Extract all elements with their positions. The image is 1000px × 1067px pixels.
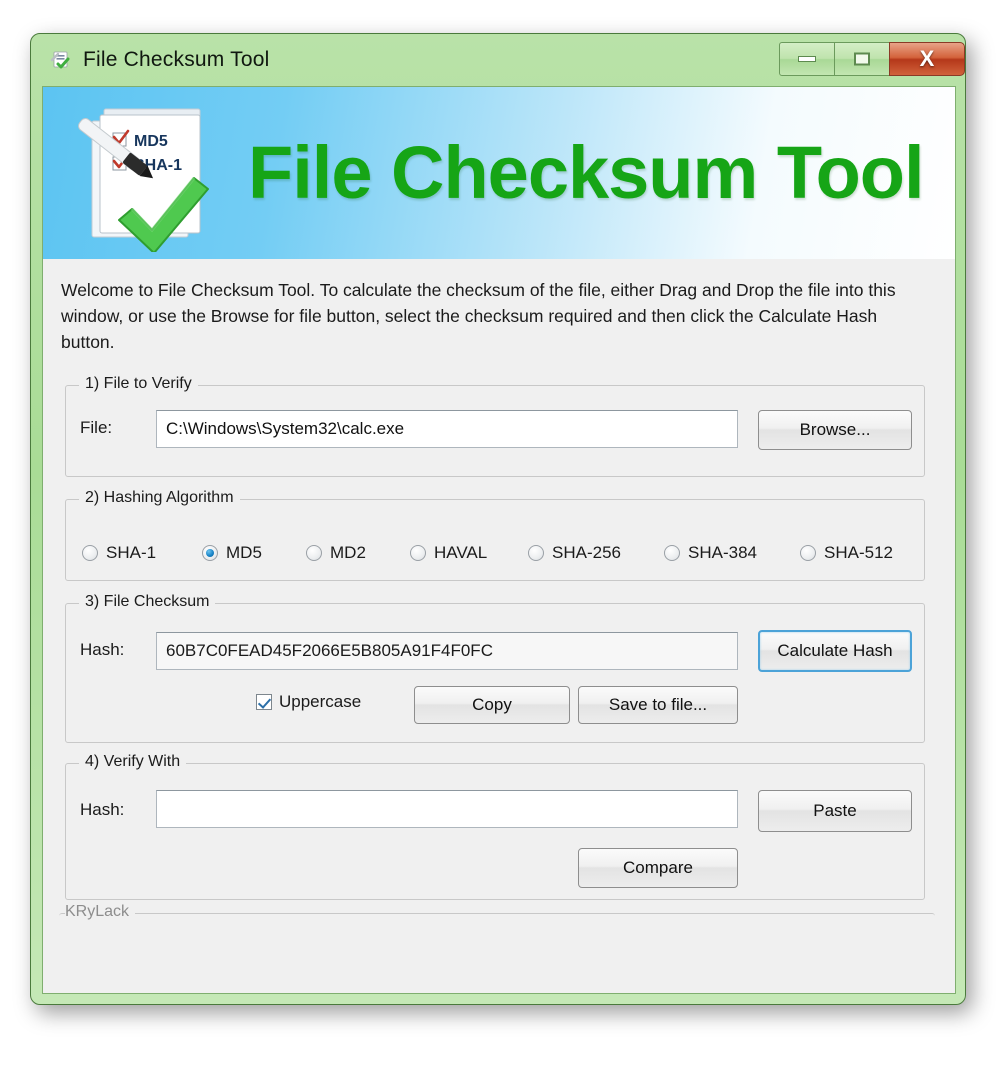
radio-sha-512[interactable]: SHA-512 xyxy=(800,540,893,566)
uppercase-label: Uppercase xyxy=(279,692,362,711)
radio-label-sha-256: SHA-256 xyxy=(552,543,621,562)
app-window: File Checksum Tool X MD5 SHA-1 File Chec… xyxy=(30,33,966,1005)
app-logo-icon: MD5 SHA-1 xyxy=(76,108,209,252)
group-title-algorithm: 2) Hashing Algorithm xyxy=(79,489,240,507)
brand-label: KRyLack xyxy=(65,903,136,921)
client-area: MD5 SHA-1 File Checksum Tool Welcome to … xyxy=(42,86,956,994)
uppercase-checkbox[interactable]: Uppercase xyxy=(256,692,361,712)
window-title: File Checksum Tool xyxy=(83,48,270,71)
group-title-checksum: 3) File Checksum xyxy=(79,593,216,611)
file-path-input[interactable] xyxy=(156,410,738,448)
group-brand: KRyLack xyxy=(59,903,935,983)
uppercase-checkbox-indicator xyxy=(256,694,272,710)
radio-label-sha-384: SHA-384 xyxy=(688,543,757,562)
radio-sha-256[interactable]: SHA-256 xyxy=(528,540,621,566)
group-title-file: 1) File to Verify xyxy=(79,375,198,393)
radio-haval[interactable]: HAVAL xyxy=(410,540,487,566)
radio-label-haval: HAVAL xyxy=(434,543,488,562)
svg-text:MD5: MD5 xyxy=(134,133,168,150)
radio-indicator-md2 xyxy=(306,545,322,561)
copy-button[interactable]: Copy xyxy=(414,686,570,724)
verify-hash-input[interactable] xyxy=(156,790,738,828)
group-file-checksum: 3) File Checksum Hash: Calculate Hash Up… xyxy=(65,593,925,743)
paste-button[interactable]: Paste xyxy=(758,790,912,832)
checksum-hash-input[interactable] xyxy=(156,632,738,670)
file-label: File: xyxy=(80,418,113,437)
save-to-file-button[interactable]: Save to file... xyxy=(578,686,738,724)
group-verify-with: 4) Verify With Hash: Paste Compare xyxy=(65,753,925,900)
checksum-hash-label: Hash: xyxy=(80,640,125,659)
radio-label-md2: MD2 xyxy=(330,543,366,562)
maximize-icon xyxy=(854,52,870,66)
radio-sha-1[interactable]: SHA-1 xyxy=(82,540,156,566)
title-bar: File Checksum Tool X xyxy=(31,34,965,89)
group-hashing-algorithm: 2) Hashing Algorithm SHA-1 MD5 MD2 HAVAL… xyxy=(65,489,925,581)
app-icon xyxy=(50,51,70,69)
welcome-text: Welcome to File Checksum Tool. To calcul… xyxy=(61,280,896,352)
close-icon: X xyxy=(919,46,935,71)
radio-sha-384[interactable]: SHA-384 xyxy=(664,540,757,566)
group-file-to-verify: 1) File to Verify File: Browse... xyxy=(65,375,925,477)
radio-indicator-sha-384 xyxy=(664,545,680,561)
radio-indicator-sha-1 xyxy=(82,545,98,561)
verify-hash-label: Hash: xyxy=(80,800,125,819)
minimize-icon xyxy=(798,56,816,62)
close-button[interactable]: X xyxy=(889,42,965,76)
minimize-button[interactable] xyxy=(779,42,835,76)
banner-title: File Checksum Tool xyxy=(248,131,925,214)
group-title-verify: 4) Verify With xyxy=(79,753,187,771)
radio-label-sha-1: SHA-1 xyxy=(106,543,157,562)
radio-indicator-sha-512 xyxy=(800,545,816,561)
compare-button[interactable]: Compare xyxy=(578,848,738,888)
browse-button[interactable]: Browse... xyxy=(758,410,912,450)
radio-md2[interactable]: MD2 xyxy=(306,540,366,566)
radio-md5[interactable]: MD5 xyxy=(202,540,262,566)
radio-label-md5: MD5 xyxy=(226,543,262,562)
radio-label-sha-512: SHA-512 xyxy=(824,543,893,562)
header-banner: MD5 SHA-1 File Checksum Tool xyxy=(43,87,955,259)
radio-indicator-md5 xyxy=(202,545,218,561)
radio-indicator-haval xyxy=(410,545,426,561)
radio-indicator-sha-256 xyxy=(528,545,544,561)
maximize-button[interactable] xyxy=(834,42,890,76)
calculate-hash-button[interactable]: Calculate Hash xyxy=(758,630,912,672)
